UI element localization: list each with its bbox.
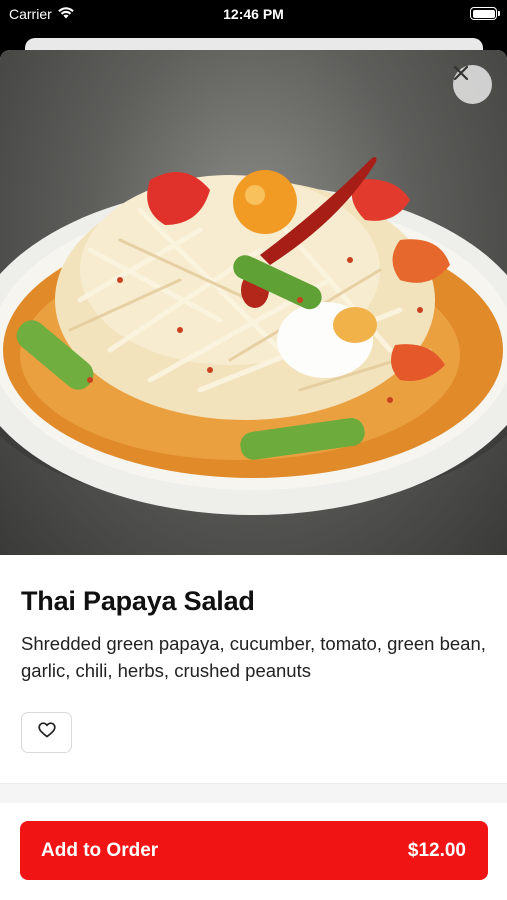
screen: Carrier 12:46 PM Thai Papaya Salad Shred… — [0, 0, 507, 900]
status-bar: Carrier 12:46 PM — [0, 0, 507, 30]
heart-outline-icon — [37, 722, 56, 743]
favorite-button[interactable] — [21, 712, 72, 753]
section-divider — [0, 783, 507, 803]
add-to-order-button[interactable]: Add to Order $12.00 — [20, 821, 488, 880]
papaya-salad-illustration — [0, 157, 507, 515]
item-title: Thai Papaya Salad — [21, 586, 255, 616]
item-description: Shredded green papaya, cucumber, tomato,… — [21, 633, 486, 681]
add-to-order-label: Add to Order — [41, 839, 159, 861]
close-button[interactable] — [453, 65, 492, 104]
price-label: $12.00 — [407, 839, 466, 861]
status-time: 12:46 PM — [223, 6, 284, 22]
battery-icon — [470, 7, 500, 20]
item-detail-sheet: Thai Papaya Salad Shredded green papaya,… — [0, 50, 507, 900]
item-photo — [0, 50, 507, 555]
